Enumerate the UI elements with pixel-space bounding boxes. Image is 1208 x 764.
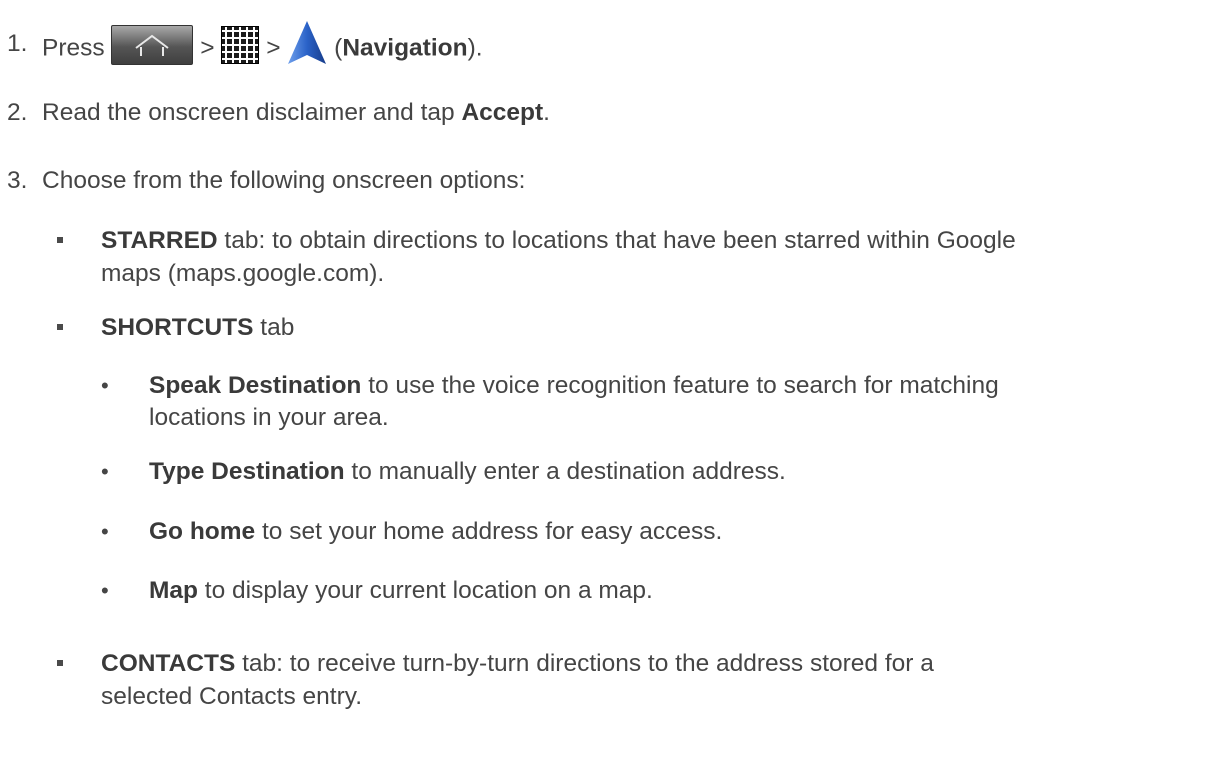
bold-term: SHORTCUTS [101, 314, 254, 341]
item-text: tab: to receive turn-by-turn directions … [235, 650, 934, 677]
navigation-arrow-icon [287, 20, 327, 66]
bold-term: Map [149, 577, 198, 604]
bold-term: Accept [461, 99, 544, 126]
step-text: Press [42, 34, 105, 62]
item-text: tab [253, 314, 295, 341]
item-text: maps (maps.google.com). [101, 260, 385, 287]
bullet-dot-icon: • [101, 373, 109, 398]
step-text: . [543, 99, 550, 126]
square-bullet-icon [57, 660, 63, 666]
bullet-dot-icon: • [101, 459, 109, 484]
bullet-dot-icon: • [101, 519, 109, 544]
paren: ). [467, 34, 483, 62]
item-text: to use the voice recognition feature to … [361, 372, 999, 399]
bold-term: Type Destination [149, 458, 345, 485]
list-item: Map to display your current location on … [149, 573, 653, 609]
list-item: Go home to set your home address for eas… [149, 514, 722, 550]
item-text: to set your home address for easy access… [255, 518, 723, 545]
step-text: Read the onscreen disclaimer and tap [42, 99, 462, 126]
home-key-icon [111, 25, 194, 65]
step-1: Press > > (Navigation). [42, 21, 483, 72]
bold-term: Speak Destination [149, 372, 362, 399]
item-text: selected Contacts entry. [101, 683, 363, 710]
step-number: 2. [7, 99, 28, 126]
item-text: to display your current location on a ma… [198, 577, 653, 604]
separator: > [200, 34, 215, 62]
bold-term: STARRED [101, 227, 218, 254]
step-number: 1. [7, 30, 28, 57]
step-number: 3. [7, 167, 28, 194]
bold-term: CONTACTS [101, 650, 236, 677]
item-text: tab: to obtain directions to locations t… [217, 227, 1016, 254]
separator: > [266, 34, 281, 62]
list-item: SHORTCUTS tab [101, 310, 294, 346]
bold-term: Navigation [342, 34, 468, 62]
square-bullet-icon [57, 324, 63, 330]
list-item: CONTACTS tab: to receive turn-by-turn di… [101, 646, 934, 682]
item-text: locations in your area. [149, 404, 389, 431]
list-item: Type Destination to manually enter a des… [149, 454, 786, 490]
list-item: STARRED tab: to obtain directions to loc… [101, 223, 1016, 259]
apps-grid-icon [221, 26, 260, 64]
step-3: Choose from the following onscreen optio… [42, 167, 526, 194]
item-text: to manually enter a destination address. [344, 458, 786, 485]
bullet-dot-icon: • [101, 578, 109, 603]
bold-term: Go home [149, 518, 256, 545]
list-item: Speak Destination to use the voice recog… [149, 368, 999, 404]
step-2: Read the onscreen disclaimer and tap Acc… [42, 95, 550, 131]
square-bullet-icon [57, 237, 63, 243]
